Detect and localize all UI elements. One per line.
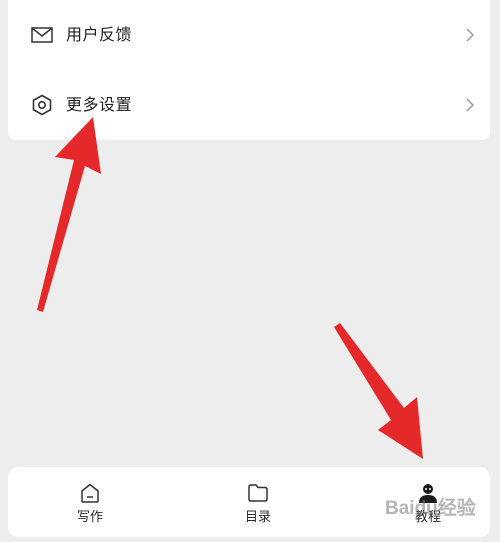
watermark-logo: Baidu经验 (385, 496, 477, 519)
chevron-right-icon (464, 97, 476, 113)
chevron-right-icon (464, 27, 476, 43)
mail-icon (30, 23, 54, 47)
settings-card: 用户反馈 更多设置 (8, 0, 490, 140)
menu-item-label: 更多设置 (66, 95, 133, 114)
annotation-arrow-up-icon (37, 117, 101, 312)
tab-label: 写作 (76, 510, 103, 525)
tab-write[interactable]: 写作 (45, 467, 135, 537)
tab-catalog[interactable]: 目录 (213, 467, 303, 537)
menu-item-user-feedback[interactable]: 用户反馈 (8, 0, 490, 70)
tab-label: 目录 (244, 510, 271, 525)
folder-icon (246, 481, 270, 505)
hexagon-settings-icon (30, 93, 54, 117)
annotation-arrow-down-icon (334, 323, 423, 459)
home-icon (78, 481, 102, 505)
menu-item-label: 用户反馈 (66, 25, 133, 44)
menu-item-more-settings[interactable]: 更多设置 (8, 70, 490, 140)
watermark-text: Baidu经验 (385, 496, 477, 519)
